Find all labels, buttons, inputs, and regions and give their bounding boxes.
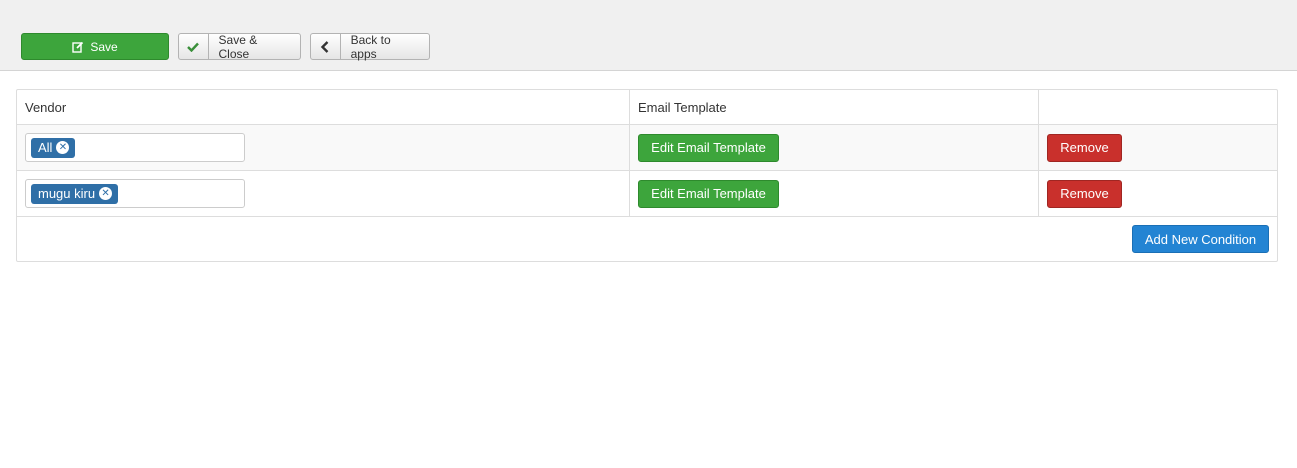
- back-to-apps-button[interactable]: Back to apps: [310, 32, 430, 61]
- vendor-tag-label: All: [38, 140, 53, 155]
- remove-button[interactable]: Remove: [1047, 133, 1122, 162]
- table-footer: Add New Condition: [17, 217, 1277, 261]
- vendor-tag-label: mugu kiru: [38, 186, 96, 201]
- actions-cell: Remove: [1039, 171, 1277, 216]
- email-template-cell: Edit Email Template: [630, 171, 1039, 216]
- edit-email-template-button[interactable]: Edit Email Template: [638, 179, 779, 208]
- add-new-condition-button[interactable]: Add New Condition: [1132, 225, 1269, 253]
- email-template-cell: Edit Email Template: [630, 125, 1039, 170]
- back-to-apps-label: Back to apps: [350, 32, 391, 61]
- vendor-tag: mugu kiru ✕: [31, 183, 119, 204]
- close-circle-icon[interactable]: ✕: [56, 141, 70, 154]
- save-close-label: Save & Close: [218, 32, 258, 61]
- header-actions: [1039, 90, 1277, 124]
- vendor-cell: All ✕: [17, 125, 630, 170]
- table-row: mugu kiru ✕ Edit Email Template Remove: [17, 171, 1277, 217]
- chevron-left-icon: [311, 34, 341, 59]
- vendor-cell: mugu kiru ✕: [17, 171, 630, 216]
- toolbar: Save Save & Close Back to apps: [0, 0, 1297, 71]
- header-vendor: Vendor: [17, 90, 630, 124]
- vendor-tag-input[interactable]: All ✕: [25, 133, 245, 162]
- vendor-tag-input[interactable]: mugu kiru ✕: [25, 179, 245, 208]
- check-icon: [179, 34, 209, 59]
- header-email-template: Email Template: [630, 90, 1039, 124]
- save-label: Save: [90, 39, 118, 54]
- close-circle-icon[interactable]: ✕: [99, 187, 113, 200]
- save-button[interactable]: Save: [21, 33, 169, 60]
- conditions-table: Vendor Email Template All ✕ Edit Email T…: [16, 89, 1278, 262]
- actions-cell: Remove: [1039, 125, 1277, 170]
- edit-email-template-button[interactable]: Edit Email Template: [638, 133, 779, 162]
- remove-button[interactable]: Remove: [1047, 179, 1122, 208]
- table-header: Vendor Email Template: [17, 90, 1277, 125]
- vendor-tag: All ✕: [31, 137, 76, 158]
- edit-icon: [72, 41, 84, 53]
- table-row: All ✕ Edit Email Template Remove: [17, 125, 1277, 171]
- save-close-button[interactable]: Save & Close: [178, 32, 301, 61]
